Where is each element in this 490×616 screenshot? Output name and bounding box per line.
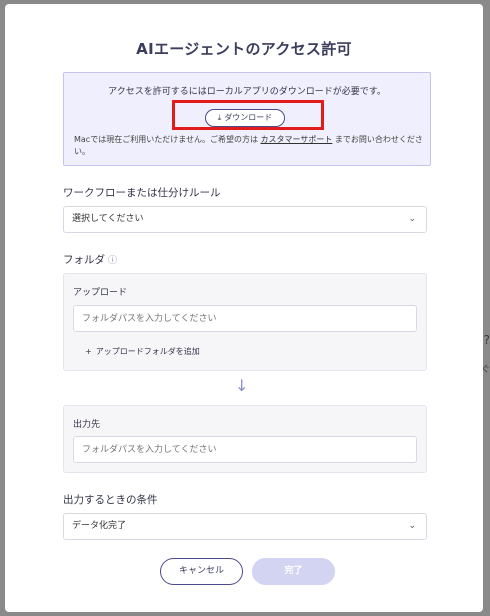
cancel-button[interactable]: キャンセル: [160, 558, 243, 585]
customer-support-link[interactable]: カスタマーサポート: [261, 135, 333, 144]
condition-label: 出力するときの条件: [63, 494, 158, 506]
background-glyph-question: ?: [483, 333, 490, 347]
upload-panel: アップロード +アップロードフォルダを追加: [63, 273, 427, 371]
chevron-down-icon: ⌄: [408, 214, 416, 224]
mac-note: Macでは現在ご利用いただけません。ご希望の方は カスタマーサポート までお問い…: [74, 134, 424, 158]
download-icon: ⤓: [217, 113, 222, 122]
download-notice: アクセスを許可するにはローカルアプリのダウンロードが必要です。 ⤓ ダウンロード …: [63, 72, 431, 166]
access-permission-dialog: AIエージェントのアクセス許可 アクセスを許可するにはローカルアプリのダウンロー…: [5, 4, 483, 612]
workflow-select[interactable]: 選択してください ⌄: [63, 206, 427, 233]
plus-icon: +: [85, 347, 92, 356]
output-path-input[interactable]: [73, 436, 417, 463]
condition-select[interactable]: データ化完了 ⌄: [63, 513, 427, 540]
condition-select-value: データ化完了: [72, 521, 127, 531]
help-circle-icon[interactable]: ⓘ: [108, 253, 117, 266]
add-upload-folder-label: アップロードフォルダを追加: [95, 347, 200, 356]
dialog-title: AIエージェントのアクセス許可: [136, 40, 352, 58]
upload-path-input[interactable]: [73, 305, 417, 332]
upload-label: アップロード: [73, 288, 128, 298]
output-label: 出力先: [73, 420, 101, 430]
workflow-select-value: 選択してください: [72, 214, 144, 224]
folder-label: フォルダ: [63, 254, 105, 266]
workflow-label: ワークフローまたは仕分けルール: [63, 187, 221, 199]
chevron-down-icon: ⌄: [408, 521, 416, 531]
done-button[interactable]: 完了: [252, 558, 335, 585]
arrow-down-icon: ↓: [235, 376, 249, 395]
mac-note-prefix: Macでは現在ご利用いただけません。ご希望の方は: [74, 135, 258, 144]
folder-label-row: フォルダ ⓘ: [63, 252, 117, 267]
add-upload-folder-link[interactable]: + アップロードフォルダを追加: [85, 346, 200, 357]
output-panel: 出力先: [63, 405, 427, 473]
download-button-label: ダウンロード: [224, 113, 273, 122]
download-button[interactable]: ⤓ ダウンロード: [205, 109, 285, 127]
notice-text: アクセスを許可するにはローカルアプリのダウンロードが必要です。: [108, 87, 386, 97]
